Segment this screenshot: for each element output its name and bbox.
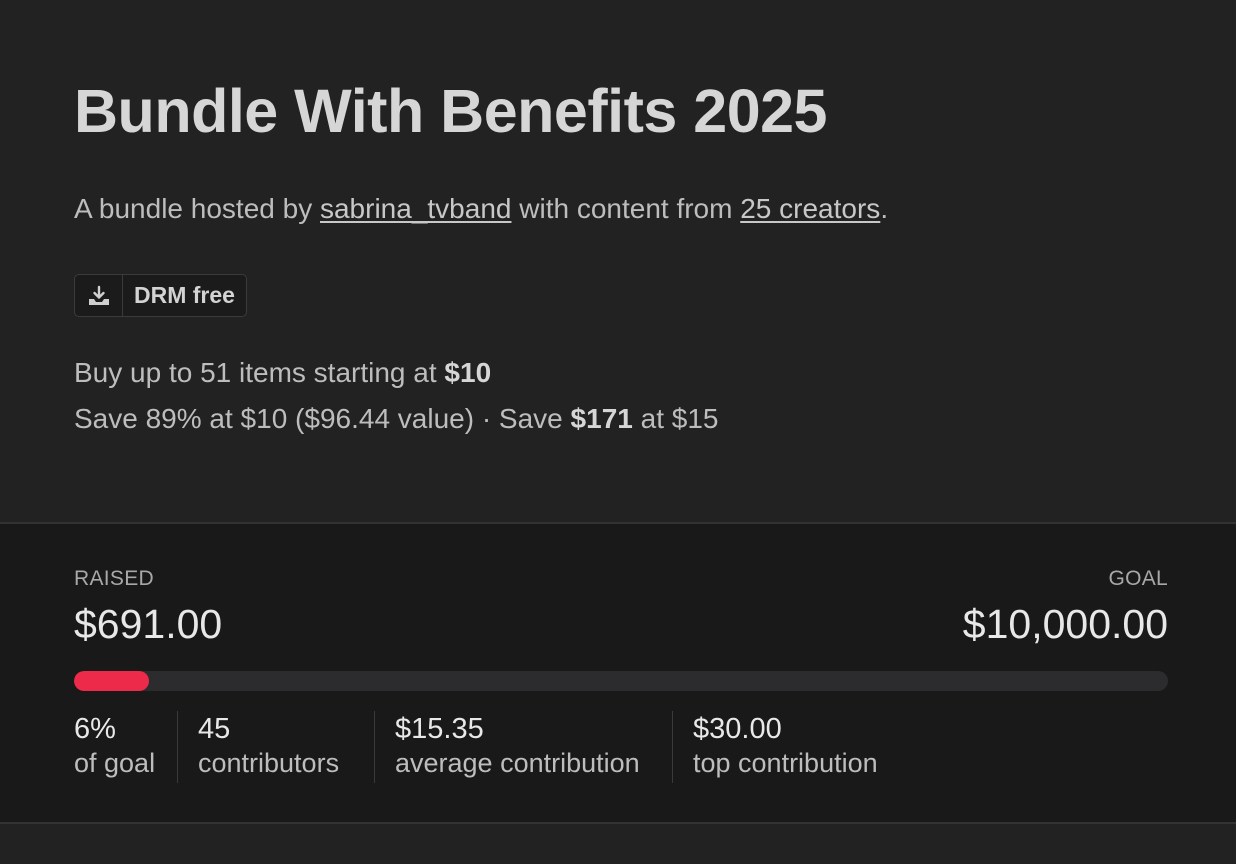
metric-top-contribution: $30.00 top contribution	[693, 712, 878, 782]
pricing-line-2: Save 89% at $10 ($96.44 value) · Save $1…	[74, 396, 718, 442]
subtitle-prefix: A bundle hosted by	[74, 193, 320, 224]
metric-contributors: 45 contributors	[198, 712, 339, 782]
pricing-info: Buy up to 51 items starting at $10 Save …	[74, 350, 718, 442]
metric-value: 45	[198, 713, 231, 745]
starting-price: $10	[444, 357, 492, 388]
progress-fill	[74, 671, 150, 691]
metric-value: 6%	[74, 713, 116, 745]
page-title: Bundle With Benefits 2025	[74, 77, 827, 145]
download-tray-icon	[75, 275, 123, 316]
creators-link[interactable]: 25 creators	[740, 193, 880, 224]
raised-label: RAISED	[74, 567, 154, 590]
host-link[interactable]: sabrina_tvband	[320, 193, 511, 224]
bundle-subtitle: A bundle hosted by sabrina_tvband with c…	[74, 193, 888, 225]
metric-goal-percent: 6% of goal	[74, 712, 155, 782]
metric-caption: of goal	[74, 748, 156, 778]
progress-bar	[74, 671, 1168, 691]
metric-average-contribution: $15.35 average contribution	[395, 712, 640, 782]
metric-caption: top contribution	[693, 748, 878, 778]
pricing-line-1: Buy up to 51 items starting at $10	[74, 350, 718, 396]
badge-label: DRM free	[134, 282, 235, 308]
page-background	[0, 824, 1236, 864]
metric-separator	[374, 711, 375, 783]
goal-label: GOAL	[1108, 567, 1168, 590]
funding-panel: RAISED GOAL $691.00 $10,000.00 6% of goa…	[0, 524, 1236, 822]
savings-amount: $171	[570, 403, 633, 434]
metric-caption: contributors	[198, 748, 340, 778]
bundle-header: Bundle With Benefits 2025 A bundle hoste…	[0, 0, 1236, 522]
subtitle-middle: with content from	[511, 193, 741, 224]
goal-amount: $10,000.00	[962, 601, 1168, 647]
raised-amount: $691.00	[74, 601, 223, 647]
metric-value: $15.35	[395, 713, 484, 745]
drm-free-badge: DRM free	[74, 274, 247, 317]
pricing-line-2-text: Save 89% at $10 ($96.44 value) · Save	[74, 403, 571, 434]
metric-separator	[672, 711, 673, 783]
metric-caption: average contribution	[395, 748, 640, 778]
pricing-line-1-text: Buy up to 51 items starting at	[74, 357, 445, 388]
pricing-line-2-suffix: at $15	[632, 403, 719, 434]
metric-separator	[177, 711, 178, 783]
metric-value: $30.00	[693, 713, 782, 745]
subtitle-suffix: .	[880, 193, 889, 224]
